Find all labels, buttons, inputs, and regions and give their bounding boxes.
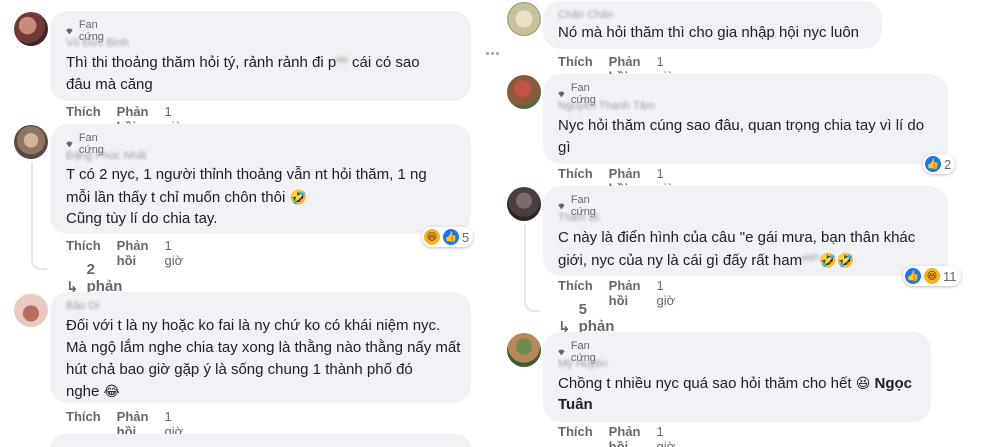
diamond-icon (66, 141, 73, 147)
comment-line: cái có sao (352, 54, 420, 71)
like-action[interactable]: Thích (558, 424, 593, 447)
diamond-icon (66, 28, 73, 34)
avatar[interactable] (507, 2, 541, 36)
diamond-icon (558, 203, 565, 209)
author-name[interactable]: Mỹ Huyền (558, 358, 608, 370)
author-name[interactable]: Nguyễn Thanh Tâm (558, 100, 655, 112)
author-name[interactable]: Vũ Đức Bình (66, 37, 129, 49)
author-name[interactable]: Bảo Di (66, 300, 99, 312)
comment-line-text: mỗi lần thấy t chỉ muốn chôn thôi (66, 189, 286, 206)
comment-line: Cũng tùy lí do chia tay. (66, 210, 218, 227)
haha-reaction-icon: 😆 (424, 229, 440, 245)
reaction-summary[interactable]: 👍 2 (923, 154, 956, 174)
censored-word: **" (802, 252, 820, 269)
next-comment-bubble (50, 434, 471, 447)
comment-line-text: Chồng t nhiều nyc quá sao hỏi thăm cho h… (558, 375, 852, 392)
censored-word: ** (336, 54, 348, 71)
haha-emoji-icon: 🤣 (289, 189, 307, 205)
haha-reaction-icon: 😆 (924, 268, 940, 284)
laughing-emoji-icon: 😆 (855, 375, 871, 391)
reaction-count: 11 (943, 268, 957, 284)
comment-line: gì (558, 139, 571, 156)
author-name[interactable]: Đặng Phúc Nhất (66, 150, 147, 162)
comment-line: C này là điển hình của câu "e gái mưa, b… (558, 229, 916, 246)
comment-line: Đối với t là ny hoặc ko fai là ny chứ ko… (66, 317, 441, 334)
comment-line: Chồng t nhiều nyc quá sao hỏi thăm cho h… (558, 372, 912, 395)
comment-line: Nó mà hỏi thăm thì cho gia nhập hội nyc … (558, 24, 860, 41)
reaction-count: 5 (462, 229, 470, 245)
avatar[interactable] (507, 187, 541, 221)
comment-line: Nyc hỏi thăm cúng sao đâu, quan trọng ch… (558, 117, 925, 134)
avatar[interactable] (507, 333, 541, 367)
thread-curve (524, 300, 540, 312)
comment-time[interactable]: 1 giờ (656, 424, 675, 447)
laughing-emoji-icon: 😂 (103, 383, 120, 399)
comment-line: nghe 😂 (66, 380, 120, 403)
mention-tag[interactable]: Ngọc (875, 375, 913, 392)
comment-time[interactable]: 1 giờ (656, 278, 675, 308)
comment-line: T có 2 nyc, 1 người thỉnh thoảng vẫn nt … (66, 166, 427, 183)
comment-time[interactable]: 1 giờ (164, 238, 183, 268)
more-options-icon[interactable] (486, 52, 499, 55)
like-reaction-icon: 👍 (443, 229, 459, 245)
reaction-count: 2 (944, 156, 952, 172)
mention-tag-text: Tuân (558, 396, 593, 413)
comment-line: đâu mà căng (66, 76, 153, 93)
comment-line: mỗi lần thấy t chỉ muốn chôn thôi 🤣 (66, 186, 307, 209)
diamond-icon (558, 349, 565, 355)
diamond-icon (558, 91, 565, 97)
reaction-summary[interactable]: 👍 😆 11 (903, 266, 961, 286)
comment-line: Thì thi thoảng thăm hỏi tý, rảnh rảnh đi… (66, 54, 337, 71)
author-name[interactable]: Thiên Di (558, 212, 599, 224)
haha-emoji-icon: 🤣🤣 (819, 252, 854, 268)
comment-actions: Thích Phản hồi 1 giờ (558, 424, 675, 447)
avatar[interactable] (507, 75, 541, 109)
avatar[interactable] (14, 293, 48, 327)
avatar[interactable] (14, 125, 48, 159)
author-name[interactable]: Chân Chân (558, 9, 614, 21)
comment-line-text: nghe (66, 383, 100, 400)
reply-action[interactable]: Phản hồi (609, 424, 641, 447)
comment-line: giới, nyc của ny là cái gì đấy rất ham**… (558, 249, 854, 272)
thread-line (524, 224, 526, 304)
like-reaction-icon: 👍 (925, 156, 941, 172)
thread-line (31, 162, 33, 262)
mention-tag-continued[interactable]: Tuân (558, 394, 593, 416)
avatar[interactable] (14, 12, 48, 46)
reaction-summary[interactable]: 😆 👍 5 (422, 227, 474, 247)
comment-line-text: giới, nyc của ny là cái gì đấy rất ham (558, 252, 803, 269)
comment-text: Thì thi thoảng thăm hỏi tý, rảnh rảnh đi… (66, 52, 420, 74)
comment-line: Mà ngộ lắm nghe chia tay xong là thằng n… (66, 339, 461, 356)
thread-curve (31, 258, 47, 270)
comment-line: hút chả bao giờ gặp ý là sống chung 1 th… (66, 361, 413, 378)
like-reaction-icon: 👍 (905, 268, 921, 284)
